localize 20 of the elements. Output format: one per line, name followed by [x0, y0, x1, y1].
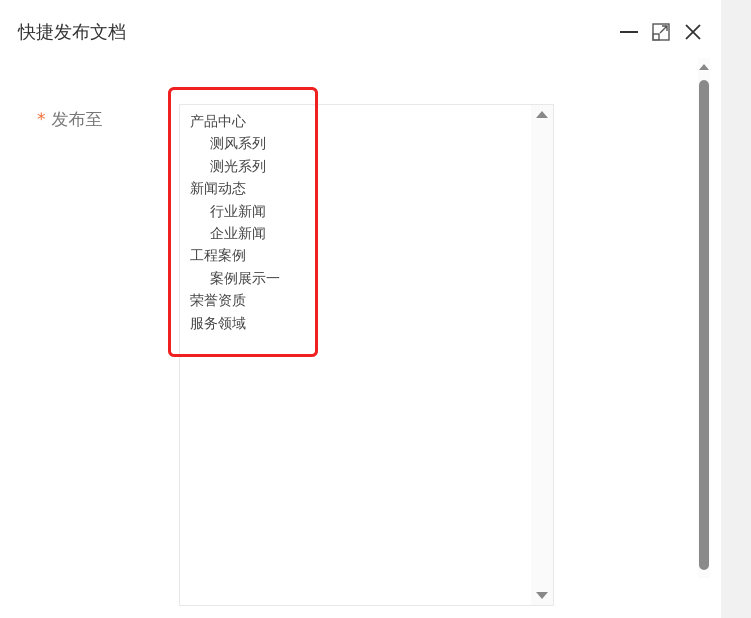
scroll-thumb[interactable] — [699, 80, 709, 570]
scroll-down-icon[interactable] — [536, 592, 548, 599]
list-option[interactable]: 新闻动态 — [190, 178, 246, 201]
list-scrollbar[interactable] — [531, 105, 553, 605]
scroll-up-icon[interactable] — [536, 111, 548, 118]
list-option[interactable]: 测光系列 — [190, 156, 266, 178]
list-option[interactable]: 服务领域 — [190, 312, 246, 336]
list-option[interactable]: 产品中心 — [190, 111, 246, 134]
list-option[interactable]: 企业新闻 — [190, 223, 266, 246]
field-label: 发布至 — [52, 109, 102, 132]
list-option[interactable]: 行业新闻 — [190, 200, 266, 224]
list-option[interactable]: 荣誉资质 — [190, 290, 246, 313]
list-option[interactable]: 案例展示一 — [190, 268, 280, 290]
required-mark: * — [37, 109, 46, 132]
list-option[interactable]: 测风系列 — [190, 133, 266, 156]
scroll-up-icon[interactable] — [699, 64, 709, 70]
list-box[interactable]: 产品中心 测风系列 测光系列 新闻动态 行业新闻 企业新闻 工程案例 案例展示一 荣誉资质 服务领域 — [179, 104, 554, 606]
window-title: 快捷发布文档 — [18, 20, 126, 44]
list-option[interactable]: 工程案例 — [190, 245, 246, 268]
dialog-scrollbar[interactable] — [698, 58, 710, 578]
